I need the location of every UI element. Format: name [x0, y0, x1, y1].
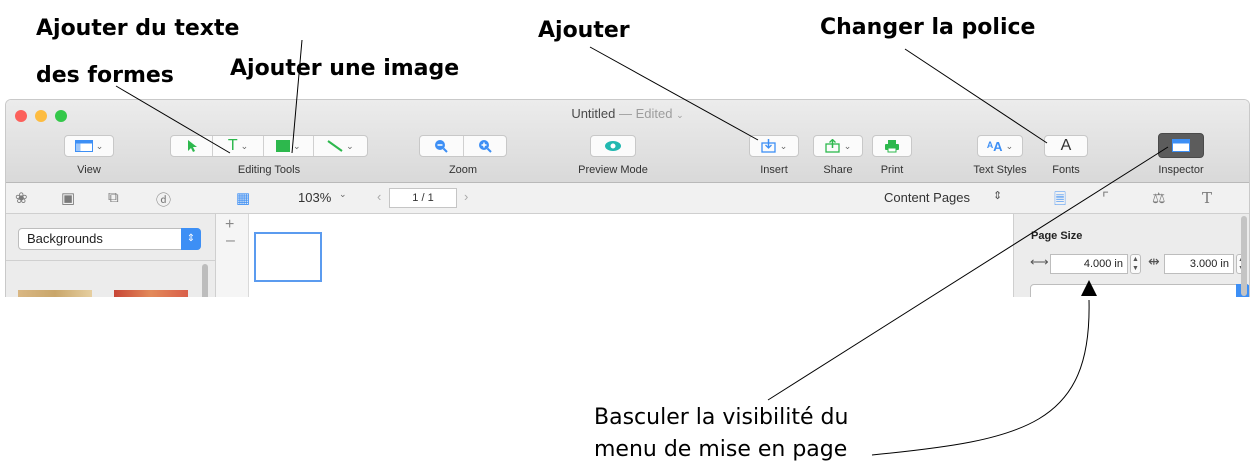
pointer-line-insert	[589, 46, 759, 141]
arrow-head-icon	[1081, 280, 1097, 296]
pointer-line-text	[115, 85, 231, 154]
pointer-line-image	[291, 39, 303, 154]
pointer-line-fonts	[904, 48, 1048, 144]
annotation-lines	[115, 39, 1169, 456]
pointer-curve-page-size	[871, 299, 1090, 456]
pointer-line-inspector	[767, 146, 1169, 401]
